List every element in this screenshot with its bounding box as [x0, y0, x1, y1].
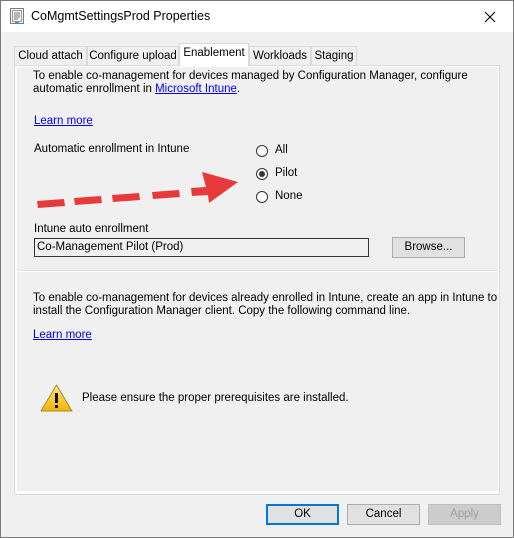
section-divider-highlight [18, 271, 498, 272]
section2-text-line2: install the Configuration Manager client… [33, 305, 411, 317]
radio-pilot[interactable] [256, 168, 268, 180]
arrow-head [191, 172, 238, 203]
radio-all-label: All [275, 144, 288, 156]
microsoft-intune-link[interactable]: Microsoft Intune [155, 83, 237, 95]
auto-enroll-label: Automatic enrollment in Intune [34, 143, 190, 155]
tab-label: Staging [314, 50, 354, 62]
tab-label: Configure upload [89, 50, 177, 62]
tab-panel-content [17, 67, 498, 491]
intro-text-line1: To enable co-management for devices mana… [33, 70, 468, 82]
arrow-dash [152, 190, 180, 199]
browse-button[interactable]: Browse... [392, 237, 465, 258]
intro-text-prefix: automatic enrollment in [33, 83, 156, 95]
learn-more-link-2[interactable]: Learn more [33, 329, 92, 341]
apply-button[interactable]: Apply [428, 504, 501, 525]
intro-text-line2: automatic enrollment in Microsoft Intune… [33, 83, 240, 95]
learn-more-link-1[interactable]: Learn more [34, 115, 93, 127]
collection-textbox[interactable]: Co-Management Pilot (Prod) [34, 238, 369, 257]
tab-label: Enablement [183, 47, 245, 59]
radio-all[interactable] [256, 145, 268, 157]
tab-label: Workloads [252, 50, 308, 62]
cancel-button[interactable]: Cancel [347, 504, 420, 525]
tab-staging[interactable]: Staging [311, 46, 357, 65]
warning-text: Please ensure the proper prerequisites a… [82, 392, 349, 404]
annotation-arrow-icon [37, 172, 238, 208]
radio-pilot-label: Pilot [275, 167, 298, 179]
title-bar: CoMgmtSettingsProd Properties [1, 1, 513, 32]
window-title: CoMgmtSettingsProd Properties [31, 9, 211, 23]
ok-button[interactable]: OK [266, 504, 339, 525]
tab-cloud-attach[interactable]: Cloud attach [14, 46, 87, 65]
properties-dialog: CoMgmtSettingsProd Properties Cloud atta… [0, 0, 514, 538]
collection-label: Intune auto enrollment [34, 223, 149, 235]
arrow-dash [74, 196, 102, 205]
tab-workloads[interactable]: Workloads [249, 46, 311, 65]
arrow-dash [37, 199, 65, 208]
tab-configure-upload[interactable]: Configure upload [87, 46, 179, 65]
radio-none[interactable] [256, 191, 268, 203]
tab-label: Cloud attach [18, 50, 83, 62]
properties-sheet-icon [10, 8, 24, 24]
radio-none-label: None [275, 190, 303, 202]
close-button[interactable] [467, 1, 513, 32]
intro-text-suffix: . [236, 83, 241, 95]
arrow-dash [112, 193, 140, 202]
section2-text-line1: To enable co-management for devices alre… [33, 292, 498, 304]
warning-icon [40, 384, 73, 412]
tab-enablement[interactable]: Enablement [179, 43, 249, 66]
close-icon [484, 11, 496, 22]
